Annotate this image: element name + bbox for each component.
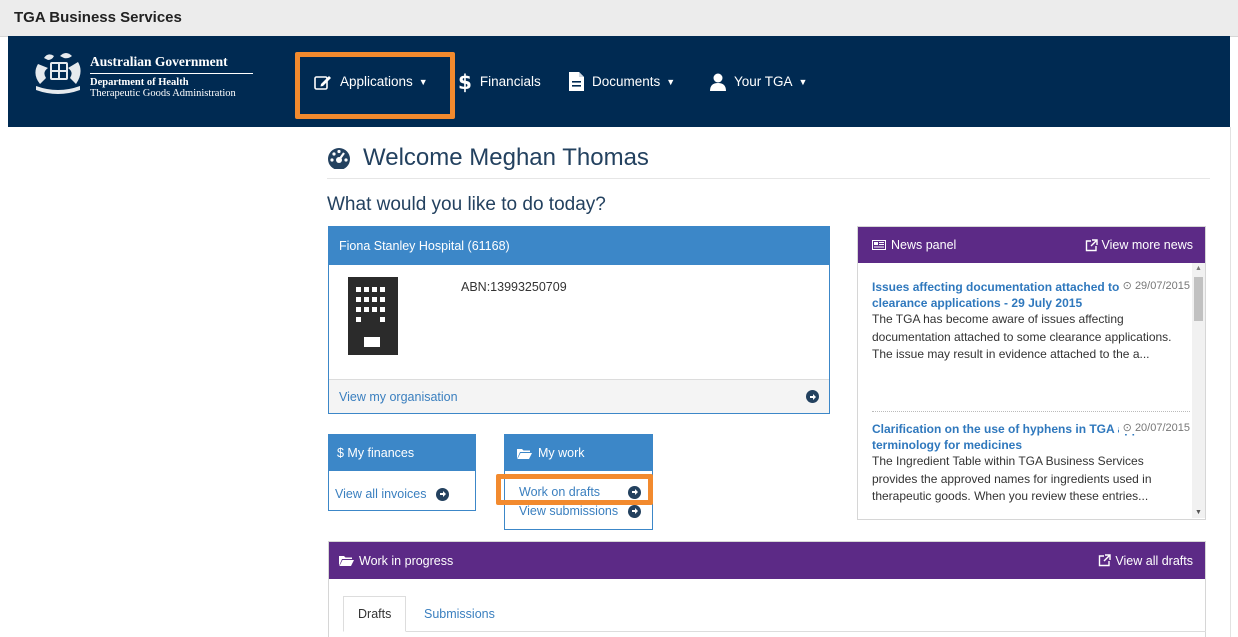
news-scrollbar[interactable]: ▲ ▼ — [1192, 263, 1205, 518]
view-invoices-row[interactable]: View all invoices — [335, 487, 450, 501]
clock-icon: ⊙ — [1122, 422, 1132, 434]
user-icon — [710, 73, 726, 91]
my-finances-panel: $ My finances View all invoices — [328, 434, 476, 511]
circle-arrow-right-icon — [628, 504, 641, 518]
external-link-icon — [1098, 554, 1112, 567]
page-right-border — [1230, 127, 1231, 637]
logo-line-tga: Therapeutic Goods Administration — [90, 88, 236, 99]
tab-submissions-label: Submissions — [424, 607, 495, 621]
news-panel-title: News panel — [891, 238, 957, 252]
news-panel-title-group: News panel — [872, 238, 956, 252]
organisation-panel-header: Fiona Stanley Hospital (61168) — [329, 227, 829, 265]
news-item-date: 29/07/2015 — [1134, 280, 1190, 292]
nav-financials[interactable]: $ Financials — [458, 36, 541, 127]
organisation-abn: ABN:13993250709 — [461, 280, 567, 294]
work-in-progress-header: Work in progress View all drafts — [329, 542, 1205, 579]
news-divider — [872, 411, 1190, 413]
external-link-icon — [1085, 238, 1098, 252]
news-item[interactable]: Issues affecting documentation attached … — [872, 279, 1190, 364]
dollar-icon: $ — [458, 69, 472, 94]
my-finances-title: $ My finances — [337, 446, 415, 460]
view-organisation-link[interactable]: View my organisation — [339, 390, 458, 404]
logo-line-department: Department of Health — [90, 77, 189, 88]
applications-highlight — [295, 52, 455, 119]
news-item-body: The Ingredient Table within TGA Business… — [872, 454, 1152, 503]
circle-arrow-right-icon — [806, 390, 819, 403]
australian-government-logo[interactable]: Australian Government Department of Heal… — [30, 50, 270, 106]
view-submissions-link[interactable]: View submissions — [519, 504, 618, 518]
view-invoices-link[interactable]: View all invoices — [335, 487, 426, 501]
folder-open-icon — [339, 555, 354, 566]
nav-documents-label: Documents — [592, 74, 661, 89]
view-all-drafts-link[interactable]: View all drafts — [1098, 554, 1193, 568]
question-heading: What would you like to do today? — [327, 194, 606, 215]
view-more-news-label: View more news — [1101, 238, 1193, 252]
clock-icon: ⊙ — [1122, 280, 1132, 292]
news-panel-header: News panel View more news — [858, 227, 1205, 263]
nav-financials-label: Financials — [479, 74, 541, 89]
news-item[interactable]: Clarification on the use of hyphens in T… — [872, 421, 1190, 506]
circle-arrow-right-icon — [436, 487, 450, 501]
window-title: TGA Business Services — [14, 9, 182, 26]
nav-your-tga[interactable]: Your TGA ▼ — [710, 36, 807, 127]
organisation-name: Fiona Stanley Hospital (61168) — [339, 239, 510, 253]
scroll-up-arrow[interactable]: ▲ — [1195, 265, 1202, 272]
news-item-date-group: ⊙ 29/07/2015 — [1118, 279, 1190, 292]
news-panel: News panel View more news Issues affecti… — [857, 226, 1206, 520]
logo-line-government: Australian Government — [90, 54, 228, 69]
view-all-drafts-label: View all drafts — [1115, 553, 1193, 568]
work-in-progress-title: Work in progress — [359, 553, 454, 568]
my-finances-header: $ My finances — [329, 435, 475, 471]
welcome-divider — [327, 178, 1210, 179]
view-more-news-link[interactable]: View more news — [1085, 238, 1193, 252]
newspaper-icon — [872, 240, 886, 250]
tab-drafts[interactable]: Drafts — [343, 596, 407, 632]
my-work-header: My work — [505, 435, 652, 471]
news-item-date: 20/07/2015 — [1134, 422, 1190, 434]
dashboard-icon — [327, 147, 351, 169]
building-icon — [348, 277, 398, 360]
work-on-drafts-highlight — [496, 474, 653, 505]
tab-submissions[interactable]: Submissions — [410, 596, 509, 632]
logo-divider — [90, 73, 253, 74]
news-item-body: The TGA has become aware of issues affec… — [872, 312, 1172, 361]
caret-down-icon: ▼ — [798, 76, 808, 87]
news-item-date-group: ⊙ 20/07/2015 — [1118, 421, 1190, 434]
nav-documents[interactable]: Documents ▼ — [569, 36, 675, 127]
tab-drafts-label: Drafts — [358, 607, 392, 621]
file-icon — [569, 72, 584, 91]
folder-open-icon — [517, 448, 532, 459]
nav-your-tga-label: Your TGA — [734, 74, 793, 89]
scroll-down-arrow[interactable]: ▼ — [1195, 509, 1202, 516]
my-work-title: My work — [538, 446, 585, 460]
top-navbar: Australian Government Department of Heal… — [8, 36, 1230, 127]
work-in-progress-title-group: Work in progress — [339, 554, 453, 568]
news-scrollbar-thumb[interactable] — [1194, 277, 1203, 321]
caret-down-icon: ▼ — [666, 76, 676, 87]
welcome-heading: Welcome Meghan Thomas — [327, 144, 649, 172]
view-organisation-row[interactable]: View my organisation — [329, 379, 829, 413]
window-titlebar: TGA Business Services — [0, 0, 1238, 37]
organisation-panel: Fiona Stanley Hospital (61168) ABN:13993… — [328, 226, 830, 414]
view-submissions-row[interactable]: View submissions — [519, 504, 641, 518]
welcome-title: Welcome Meghan Thomas — [363, 144, 649, 171]
coat-of-arms-icon — [35, 53, 81, 94]
